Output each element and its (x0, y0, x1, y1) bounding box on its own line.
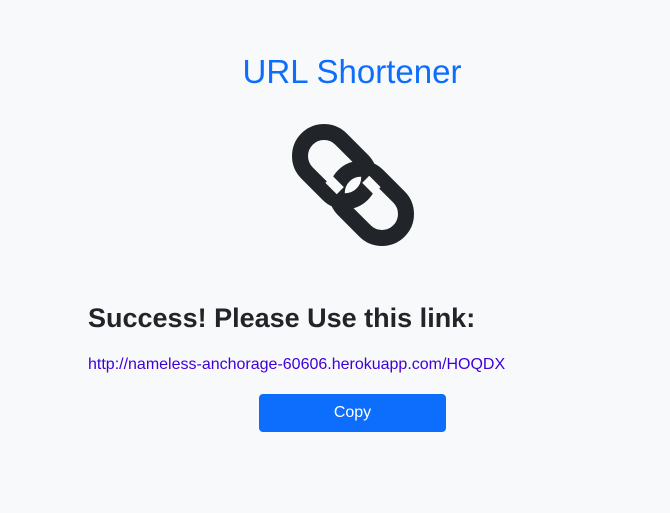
page: URL Shortener Success! Please Use this l… (0, 0, 670, 513)
success-message: Success! Please Use this link: (88, 303, 476, 333)
copy-button[interactable]: Copy (259, 394, 446, 432)
short-url-link[interactable]: http://nameless-anchorage-60606.herokuap… (88, 354, 505, 376)
link-icon (286, 118, 420, 252)
page-title: URL Shortener (242, 53, 462, 90)
